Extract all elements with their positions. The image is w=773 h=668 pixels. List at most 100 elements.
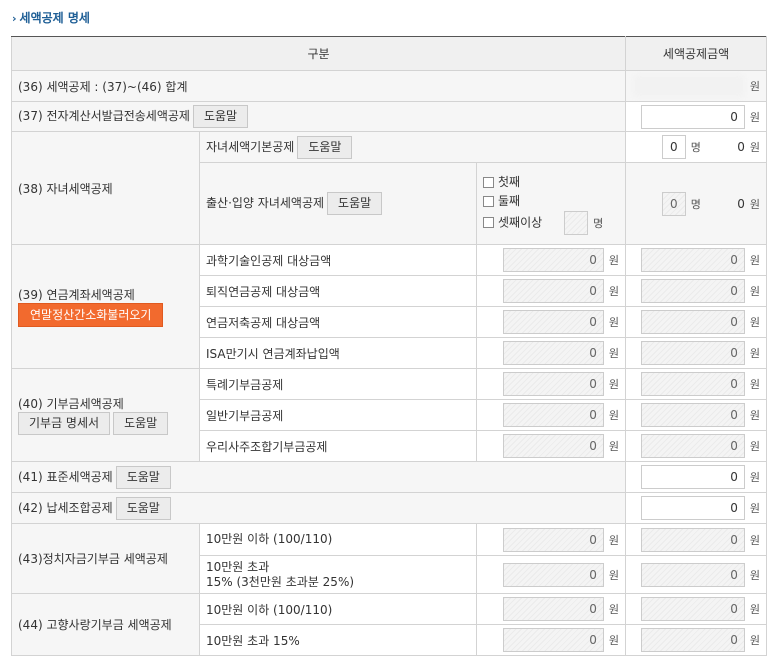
hometown-amount-cell: 0원 — [625, 624, 768, 656]
political-amount: 0 — [640, 562, 745, 587]
pension-base-cell: 0원 — [475, 306, 627, 338]
political-base-input[interactable]: 0 — [502, 527, 604, 552]
option-third-plus-label: 셋째이상 — [498, 215, 543, 229]
child-birth-cell: 출산·입양 자녀세액공제 도움말 — [199, 162, 477, 245]
row-tax-union-label: (42) 납세조합공제 — [18, 500, 113, 515]
hometown-base-cell: 0원 — [475, 624, 627, 656]
pension-base-input[interactable]: 0 — [502, 310, 604, 334]
pension-item-label: 퇴직연금공제 대상금액 — [199, 275, 477, 307]
third-plus-count-input[interactable] — [564, 210, 589, 235]
unit-won: 원 — [608, 316, 620, 329]
tax-union-help-button[interactable]: 도움말 — [115, 496, 171, 520]
table-header-row: 구분 세액공제금액 — [10, 36, 768, 71]
pension-amount: 0 — [640, 310, 745, 334]
unit-won: 원 — [749, 502, 761, 515]
tax-union-amount-cell: 0원 — [625, 492, 768, 524]
donation-base-input[interactable]: 0 — [502, 372, 604, 396]
option-second-label: 둘째 — [498, 193, 521, 208]
unit-won: 원 — [749, 409, 761, 422]
child-basic-amount: 0 — [737, 140, 745, 154]
row-pension-cell: (39) 연금계좌세액공제 연말정산간소화불러오기 — [11, 244, 200, 369]
option-second[interactable]: 둘째 — [483, 192, 619, 209]
donation-item-label: 특례기부금공제 — [199, 368, 477, 400]
pension-base-input[interactable]: 0 — [502, 279, 604, 303]
donation-base-cell: 0원 — [475, 399, 627, 431]
political-amount-cell: 0원 — [625, 555, 768, 594]
donation-base-input[interactable]: 0 — [502, 403, 604, 427]
donation-help-button[interactable]: 도움말 — [113, 412, 169, 435]
unit-won: 원 — [749, 110, 761, 124]
pension-base-input[interactable]: 0 — [502, 341, 604, 365]
political-base-cell: 0원 — [475, 555, 627, 594]
donation-item-label: 우리사주조합기부금공제 — [199, 430, 477, 462]
tax-union-amount-input[interactable]: 0 — [640, 496, 745, 520]
political-amount: 0 — [640, 527, 745, 552]
pension-base-input[interactable]: 0 — [502, 248, 604, 272]
donation-base-cell: 0원 — [475, 368, 627, 400]
unit-won: 원 — [749, 80, 761, 93]
hometown-amount-cell: 0원 — [625, 593, 768, 625]
row-einvoice-label: (37) 전자계산서발급전송세액공제 — [18, 109, 190, 123]
political-amount-cell: 0원 — [625, 523, 768, 556]
unit-won: 원 — [749, 285, 761, 298]
child-birth-help-button[interactable]: 도움말 — [327, 192, 383, 215]
unit-won: 원 — [608, 347, 620, 360]
donation-detail-button[interactable]: 기부금 명세서 — [18, 412, 111, 435]
einvoice-amount-input[interactable]: 0 — [640, 104, 745, 129]
donation-base-input[interactable]: 0 — [502, 434, 604, 458]
option-third-plus[interactable]: 셋째이상 명 — [483, 210, 619, 235]
yearend-import-button[interactable]: 연말정산간소화불러오기 — [18, 303, 164, 327]
einvoice-help-button[interactable]: 도움말 — [192, 105, 249, 128]
child-birth-amount-cell: 0명0원 — [625, 162, 768, 245]
unit-people: 명 — [593, 216, 604, 230]
total-amount-redacted — [632, 75, 745, 97]
unit-won: 원 — [608, 603, 620, 616]
option-first[interactable]: 첫째 — [483, 173, 619, 190]
standard-help-button[interactable]: 도움말 — [115, 465, 171, 489]
child-birth-label: 출산·입양 자녀세액공제 — [206, 196, 325, 210]
row-pension-1: (39) 연금계좌세액공제 연말정산간소화불러오기 과학기술인공제 대상금액 0… — [11, 244, 768, 369]
unit-won: 원 — [608, 634, 620, 647]
donation-amount-cell: 0원 — [625, 399, 768, 431]
political-base-input[interactable]: 0 — [502, 562, 604, 587]
hometown-amount: 0 — [640, 628, 745, 652]
unit-people: 명 — [690, 197, 701, 211]
chevron-right-icon: › — [12, 12, 17, 25]
row-einvoice-cell: (37) 전자계산서발급전송세액공제 도움말 — [10, 101, 627, 132]
standard-amount-input[interactable]: 0 — [640, 465, 745, 489]
pension-amount-cell: 0원 — [625, 275, 768, 307]
row-pension-label: (39) 연금계좌세액공제 — [18, 288, 135, 302]
child-basic-help-button[interactable]: 도움말 — [297, 135, 353, 159]
hometown-base-input[interactable]: 0 — [502, 597, 604, 621]
pension-item-label: ISA만기시 연금계좌납입액 — [199, 337, 477, 369]
political-item-label: 10만원 초과 15% (3천만원 초과분 25%) — [199, 555, 477, 594]
row-tax-union-cell: (42) 납세조합공제 도움말 — [10, 492, 627, 524]
row-standard: (41) 표준세액공제 도움말 0원 — [10, 461, 768, 493]
row-political-1: (43)정치자금기부금 세액공제 10만원 이하 (100/110) 0원 0원 — [11, 523, 768, 594]
unit-won: 원 — [749, 254, 761, 267]
pension-amount: 0 — [640, 248, 745, 272]
standard-amount-cell: 0원 — [625, 461, 768, 493]
pension-item-label: 연금저축공제 대상금액 — [199, 306, 477, 338]
political-item-line1: 10만원 초과 — [206, 559, 270, 574]
pension-item-label: 과학기술인공제 대상금액 — [199, 244, 477, 276]
child-basic-amount-cell: 0명0원 — [625, 131, 768, 163]
row-hometown-label: (44) 고향사랑기부금 세액공제 — [11, 593, 200, 656]
unit-won: 원 — [608, 533, 620, 547]
political-base-cell: 0원 — [475, 523, 627, 556]
unit-won: 원 — [608, 285, 620, 298]
checkbox-third-plus[interactable] — [483, 217, 494, 228]
hometown-base-input[interactable]: 0 — [502, 628, 604, 652]
unit-won: 원 — [749, 141, 761, 154]
row-einvoice: (37) 전자계산서발급전송세액공제 도움말 0원 — [10, 101, 768, 132]
row-child-basic: (38) 자녀세액공제 자녀세액기본공제 도움말 0명0원 — [11, 131, 768, 245]
child-basic-count-input[interactable]: 0 — [661, 135, 686, 159]
unit-won: 원 — [749, 634, 761, 647]
hometown-item-label: 10만원 이하 (100/110) — [199, 593, 477, 625]
unit-won: 원 — [608, 440, 620, 453]
checkbox-first[interactable] — [483, 176, 494, 188]
political-item-line2: 15% (3천만원 초과분 25%) — [206, 574, 355, 589]
unit-won: 원 — [749, 568, 761, 582]
einvoice-amount-cell: 0원 — [625, 101, 768, 132]
checkbox-second[interactable] — [483, 195, 494, 207]
